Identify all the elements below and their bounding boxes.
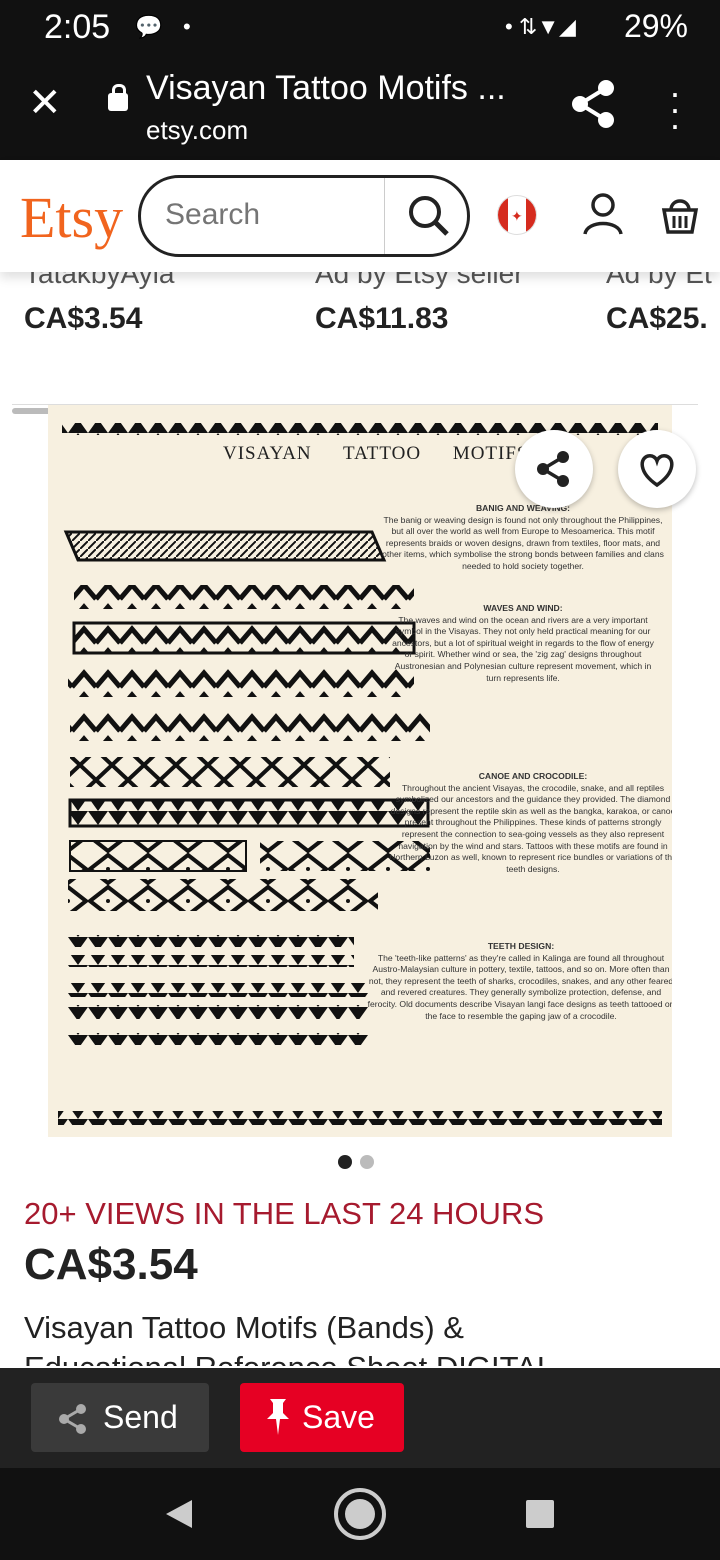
canada-flag-icon[interactable]: ✦ bbox=[497, 195, 537, 235]
section-body: The 'teeth-like patterns' as they're cal… bbox=[367, 952, 672, 1021]
listing-price: CA$3.54 bbox=[24, 1240, 198, 1289]
pin-action-bar: Send Save bbox=[0, 1368, 720, 1468]
page-url[interactable]: etsy.com bbox=[146, 115, 248, 146]
poster-section: WAVES AND WIND: The waves and wind on the… bbox=[388, 603, 658, 684]
poster-section: TEETH DESIGN: The 'teeth-like patterns' a… bbox=[366, 941, 672, 1022]
search-icon[interactable] bbox=[407, 194, 451, 238]
share-listing-button[interactable] bbox=[515, 430, 593, 508]
listing-price[interactable]: CA$25. bbox=[606, 302, 708, 336]
section-heading: CANOE AND CROCODILE: bbox=[478, 771, 588, 781]
section-heading: WAVES AND WIND: bbox=[483, 603, 563, 613]
poster-section: BANIG AND WEAVING: The banig or weaving d… bbox=[378, 503, 668, 573]
title-line: Visayan Tattoo Motifs (Bands) & bbox=[24, 1310, 464, 1345]
listing-price[interactable]: CA$11.83 bbox=[315, 302, 448, 336]
title-line: Educational Reference Sheet DIGITAL bbox=[24, 1350, 554, 1366]
home-icon[interactable] bbox=[332, 1486, 388, 1542]
section-body: The banig or weaving design is found not… bbox=[382, 514, 664, 571]
status-bar: 2:05 💬 • • ⇅▼◢ 29% bbox=[0, 0, 720, 55]
back-icon[interactable] bbox=[164, 1498, 194, 1530]
share-icon bbox=[59, 1404, 86, 1434]
related-listings-carousel: TatakbyAyla CA$3.54 Ad by Etsy seller CA… bbox=[0, 272, 720, 402]
listing-shop: TatakbyAyla bbox=[24, 272, 175, 289]
search-bar[interactable] bbox=[138, 175, 470, 257]
listing-title: Visayan Tattoo Motifs (Bands) & Education… bbox=[24, 1308, 554, 1366]
pager-dot[interactable] bbox=[360, 1155, 374, 1169]
save-label: Save bbox=[302, 1399, 375, 1435]
save-button[interactable]: Save bbox=[240, 1383, 404, 1452]
battery-level: 29% bbox=[623, 8, 688, 44]
etsy-header: Etsy ✦ bbox=[0, 160, 720, 272]
close-icon[interactable]: ✕ bbox=[28, 83, 62, 123]
views-badge: 20+ VIEWS IN THE LAST 24 HOURS bbox=[24, 1196, 545, 1231]
heart-icon bbox=[640, 454, 674, 488]
share-icon[interactable] bbox=[570, 79, 616, 129]
recents-icon[interactable] bbox=[526, 1500, 554, 1528]
listing-price[interactable]: CA$3.54 bbox=[24, 302, 142, 336]
clock: 2:05 bbox=[44, 8, 111, 46]
listing-shop: Ad by Et bbox=[606, 272, 712, 289]
send-label: Send bbox=[103, 1399, 178, 1435]
cart-icon[interactable] bbox=[660, 194, 700, 234]
section-body: Throughout the ancient Visayas, the croc… bbox=[389, 782, 672, 874]
poster-title: VISAYAN TATTOO MOTIFS bbox=[223, 443, 529, 464]
listing-shop: Ad by Etsy seller bbox=[315, 272, 524, 289]
browser-toolbar: ✕ Visayan Tattoo Motifs ... etsy.com · · · bbox=[0, 55, 720, 160]
favorite-button[interactable] bbox=[618, 430, 696, 508]
chat-notification-icon: 💬 bbox=[135, 14, 163, 39]
listing-image[interactable]: VISAYAN TATTOO MOTIFS BANIG AND WEAVING:… bbox=[48, 405, 672, 1137]
pager-dot-active[interactable] bbox=[338, 1155, 352, 1169]
dot-icon: • bbox=[183, 14, 191, 39]
poster-section: CANOE AND CROCODILE: Throughout the ancie… bbox=[388, 771, 672, 875]
section-body: The waves and wind on the ocean and rive… bbox=[392, 614, 654, 683]
search-divider bbox=[384, 178, 385, 254]
android-nav-bar bbox=[0, 1468, 720, 1560]
section-heading: TEETH DESIGN: bbox=[487, 941, 555, 951]
share-icon bbox=[537, 451, 569, 487]
signal-wifi-icon: • ⇅▼◢ bbox=[505, 14, 576, 39]
pin-icon bbox=[267, 1399, 289, 1435]
lock-icon bbox=[108, 84, 128, 111]
more-options-icon[interactable]: · · · bbox=[665, 75, 685, 143]
account-icon[interactable] bbox=[583, 192, 623, 236]
etsy-logo[interactable]: Etsy bbox=[20, 184, 123, 251]
image-pager bbox=[338, 1155, 382, 1174]
page-title: Visayan Tattoo Motifs ... bbox=[146, 69, 506, 107]
search-input[interactable] bbox=[165, 198, 375, 232]
send-button[interactable]: Send bbox=[31, 1383, 209, 1452]
